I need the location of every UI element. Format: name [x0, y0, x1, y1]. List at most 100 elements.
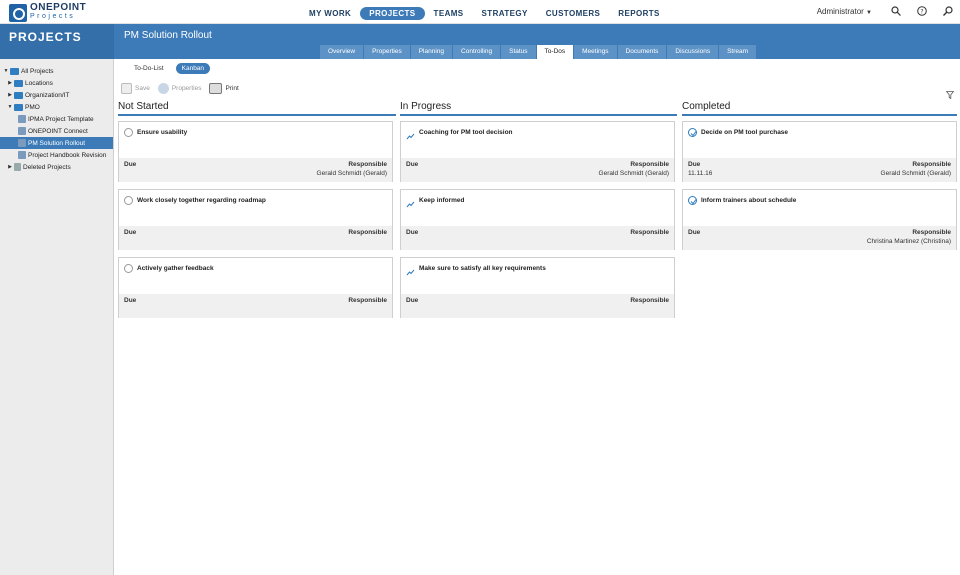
responsible-value: Christina Martinez (Christina) — [866, 238, 951, 245]
not-started-icon — [124, 196, 133, 205]
in-progress-icon — [406, 264, 415, 276]
main-content: To-Do-List Kanban Save Properties Print … — [114, 59, 960, 575]
save-button[interactable]: Save — [121, 83, 150, 94]
collapsed-arrow-icon[interactable]: ▶ — [6, 164, 14, 170]
responsible-label: Responsible — [348, 161, 387, 168]
view-kanban[interactable]: Kanban — [175, 63, 211, 74]
project-tree: ▼ All Projects ▶ Locations ▶ Organizatio… — [0, 59, 114, 575]
expanded-arrow-icon[interactable]: ▼ — [2, 68, 10, 74]
info-icon — [157, 83, 169, 94]
tree-item-pm-solution-rollout[interactable]: PM Solution Rollout — [0, 137, 113, 149]
project-icon — [18, 139, 26, 147]
user-menu[interactable]: Administrator ▼ — [817, 7, 872, 16]
card-title: Decide on PM tool purchase — [701, 129, 789, 136]
print-label: Print — [225, 85, 239, 92]
nav-teams[interactable]: TEAMS — [425, 7, 473, 20]
properties-label: Properties — [171, 85, 202, 92]
due-label: Due — [406, 229, 419, 236]
tree-item-deleted-projects[interactable]: ▶ Deleted Projects — [0, 161, 113, 173]
todo-card[interactable]: Decide on PM tool purchase Due 11.11.16 … — [682, 121, 957, 182]
tab-overview[interactable]: Overview — [320, 45, 364, 59]
tab-status[interactable]: Status — [501, 45, 536, 59]
responsible-label: Responsible — [630, 161, 669, 168]
nav-strategy[interactable]: STRATEGY — [473, 7, 537, 20]
todo-card[interactable]: Inform trainers about schedule Due Respo… — [682, 189, 957, 250]
todo-card[interactable]: Make sure to satisfy all key requirement… — [400, 257, 675, 318]
not-started-icon — [124, 264, 133, 273]
tab-properties[interactable]: Properties — [364, 45, 410, 59]
card-title: Actively gather feedback — [137, 265, 214, 272]
tab-controlling[interactable]: Controlling — [453, 45, 501, 59]
svg-text:?: ? — [920, 8, 923, 15]
nav-customers[interactable]: CUSTOMERS — [537, 7, 610, 20]
tree-item-label: ONEPOINT Connect — [28, 127, 88, 135]
tree-item-label: PMO — [25, 103, 40, 111]
completed-check-icon — [688, 128, 697, 137]
tree-item-ipma-template[interactable]: IPMA Project Template — [0, 113, 113, 125]
expanded-arrow-icon[interactable]: ▼ — [6, 104, 14, 110]
logo[interactable]: ONEPOINT Projects — [9, 3, 86, 22]
card-title: Keep informed — [419, 197, 465, 204]
todo-card[interactable]: Keep informed Due Responsible — [400, 189, 675, 250]
card-title: Make sure to satisfy all key requirement… — [419, 265, 546, 272]
tab-meetings[interactable]: Meetings — [574, 45, 617, 59]
nav-my-work[interactable]: MY WORK — [300, 7, 360, 20]
tree-item-label: Locations — [25, 79, 53, 87]
template-icon — [18, 115, 26, 123]
tab-to-dos[interactable]: To-Dos — [536, 45, 574, 59]
help-icon[interactable]: ? — [916, 5, 928, 17]
properties-button[interactable]: Properties — [157, 83, 202, 94]
card-title: Coaching for PM tool decision — [419, 129, 513, 136]
collapsed-arrow-icon[interactable]: ▶ — [6, 92, 14, 98]
portfolio-icon — [10, 67, 19, 75]
column-not-started-header: Not Started — [118, 101, 396, 116]
logo-icon — [9, 3, 27, 22]
tab-planning[interactable]: Planning — [410, 45, 453, 59]
todo-card[interactable]: Coaching for PM tool decision Due Respon… — [400, 121, 675, 182]
tree-item-locations[interactable]: ▶ Locations — [0, 77, 113, 89]
header-band: PROJECTS PM Solution Rollout Overview Pr… — [0, 24, 960, 59]
tab-discussions[interactable]: Discussions — [667, 45, 719, 59]
card-title: Work closely together regarding roadmap — [137, 197, 266, 204]
responsible-label: Responsible — [348, 229, 387, 236]
due-label: Due — [124, 161, 137, 168]
due-label: Due — [688, 229, 701, 236]
tree-item-pmo[interactable]: ▼ PMO — [0, 101, 113, 113]
responsible-label: Responsible — [912, 161, 951, 168]
tree-item-handbook-revision[interactable]: Project Handbook Revision — [0, 149, 113, 161]
due-label: Due — [406, 161, 419, 168]
responsible-value: Gerald Schmidt (Gerald) — [880, 170, 951, 177]
tab-stream[interactable]: Stream — [719, 45, 757, 59]
zoom-search-icon[interactable] — [942, 5, 954, 17]
view-todo-list[interactable]: To-Do-List — [128, 63, 170, 74]
toolbar: Save Properties Print — [121, 83, 239, 94]
portfolio-icon — [14, 91, 23, 99]
tree-item-organization-it[interactable]: ▶ Organization/IT — [0, 89, 113, 101]
save-icon — [121, 83, 132, 94]
tree-item-label: Organization/IT — [25, 91, 70, 99]
due-label: Due — [124, 229, 137, 236]
tree-item-onepoint-connect[interactable]: ONEPOINT Connect — [0, 125, 113, 137]
print-button[interactable]: Print — [209, 83, 239, 94]
completed-check-icon — [688, 196, 697, 205]
search-icon[interactable] — [890, 5, 902, 17]
todo-card[interactable]: Work closely together regarding roadmap … — [118, 189, 393, 250]
responsible-value: Gerald Schmidt (Gerald) — [316, 170, 387, 177]
todo-card[interactable]: Ensure usability Due Responsible Gerald … — [118, 121, 393, 182]
todo-card[interactable]: Actively gather feedback Due Responsible — [118, 257, 393, 318]
tab-documents[interactable]: Documents — [617, 45, 667, 59]
responsible-label: Responsible — [630, 229, 669, 236]
caret-down-icon: ▼ — [866, 9, 872, 16]
project-icon — [18, 151, 26, 159]
portfolio-icon — [14, 79, 23, 87]
collapsed-arrow-icon[interactable]: ▶ — [6, 80, 14, 86]
nav-reports[interactable]: REPORTS — [609, 7, 668, 20]
column-completed-header: Completed — [682, 101, 957, 116]
tree-item-all-projects[interactable]: ▼ All Projects — [0, 65, 113, 77]
nav-projects[interactable]: PROJECTS — [360, 7, 425, 20]
filter-icon[interactable] — [945, 86, 955, 100]
tree-item-label: PM Solution Rollout — [28, 139, 86, 147]
tree-item-label: All Projects — [21, 67, 54, 75]
portfolio-icon — [14, 103, 23, 111]
due-label: Due — [406, 297, 419, 304]
